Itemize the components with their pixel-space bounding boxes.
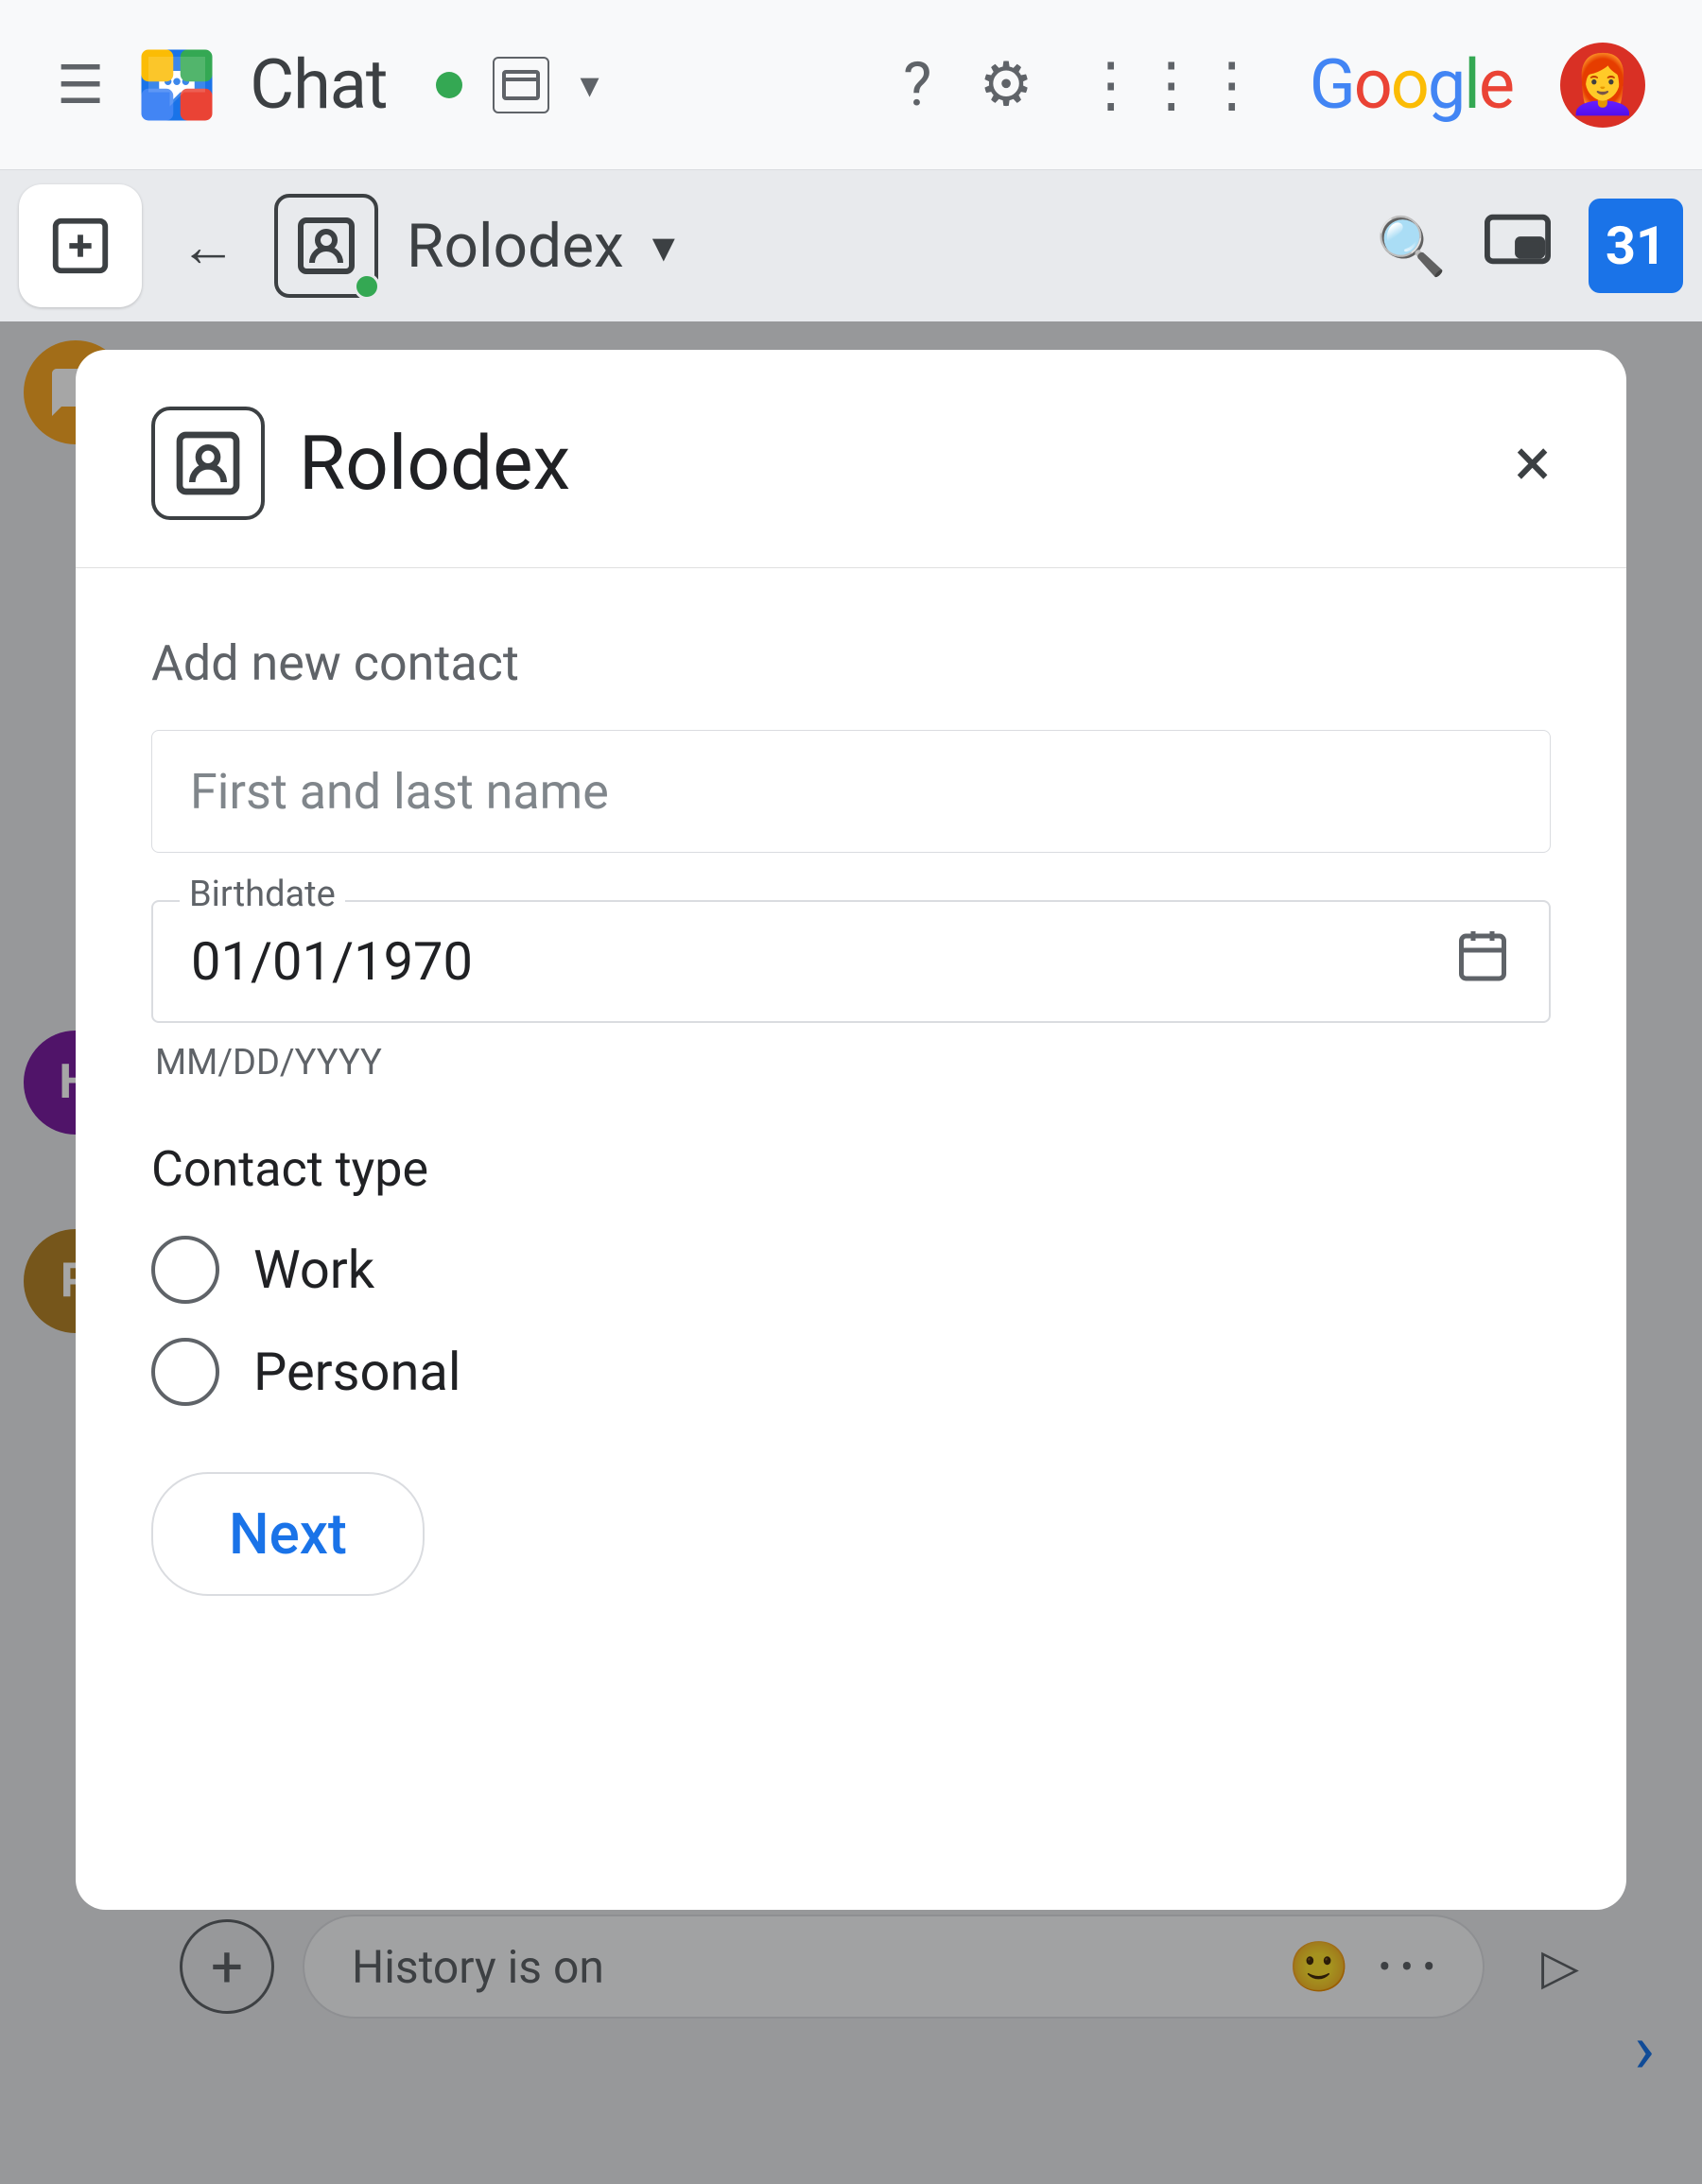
user-avatar[interactable]: 👩‍🦰 <box>1560 43 1645 128</box>
sub-bar-right: 🔍 31 <box>1376 199 1683 293</box>
chat-logo-icon <box>134 43 219 128</box>
radio-label-personal: Personal <box>253 1341 461 1403</box>
settings-icon[interactable]: ⚙ <box>979 49 1033 120</box>
modal-app-icon <box>151 407 265 520</box>
radio-label-work: Work <box>253 1239 374 1301</box>
sub-title: Rolodex <box>407 211 624 282</box>
new-chat-button[interactable] <box>19 184 142 307</box>
radio-work[interactable]: Work <box>151 1236 1551 1304</box>
sub-bar: ← Rolodex ▾ 🔍 31 <box>0 170 1702 321</box>
birthdate-label: Birthdate <box>180 874 345 915</box>
calendar-icon[interactable]: 31 <box>1589 199 1683 293</box>
modal-header: Rolodex × <box>151 407 1551 520</box>
radio-circle-work <box>151 1236 219 1304</box>
modal-header-left: Rolodex <box>151 407 570 520</box>
radio-circle-personal <box>151 1338 219 1406</box>
window-mode-button[interactable] <box>493 57 549 113</box>
back-button[interactable]: ← <box>170 203 246 289</box>
contact-type-label: Contact type <box>151 1140 1551 1198</box>
hamburger-icon[interactable]: ☰ <box>57 54 104 116</box>
apps-icon[interactable]: ⋮⋮⋮ <box>1081 49 1262 120</box>
calendar-date: 31 <box>1606 215 1666 277</box>
top-bar-right: ? ⚙ ⋮⋮⋮ Google 👩‍🦰 <box>903 43 1645 128</box>
status-dot-icon <box>436 72 462 98</box>
search-icon[interactable]: 🔍 <box>1376 213 1447 280</box>
app-title: Chat <box>250 44 387 125</box>
birthdate-value: 01/01/1970 <box>191 930 473 993</box>
picture-in-picture-icon[interactable] <box>1485 211 1551 282</box>
birthdate-input[interactable]: 01/01/1970 <box>151 900 1551 1023</box>
section-label: Add new contact <box>151 634 1551 692</box>
radio-personal[interactable]: Personal <box>151 1338 1551 1406</box>
top-bar: ☰ Chat ▾ ? ⚙ ⋮⋮⋮ <box>0 0 1702 170</box>
birthdate-wrapper: Birthdate 01/01/1970 <box>151 900 1551 1023</box>
next-button[interactable]: Next <box>151 1472 425 1596</box>
modal-title: Rolodex <box>299 419 570 508</box>
date-hint: MM/DD/YYYY <box>155 1042 1551 1083</box>
rolodex-modal: Rolodex × Add new contact Birthdate 01/0… <box>76 350 1626 1910</box>
calendar-picker-icon[interactable] <box>1454 927 1511 997</box>
help-icon[interactable]: ? <box>903 49 931 120</box>
name-input[interactable] <box>151 730 1551 853</box>
modal-divider <box>76 567 1626 568</box>
google-logo: Google <box>1310 44 1513 125</box>
status-indicator <box>354 273 380 300</box>
contact-type-radio-group: Work Personal <box>151 1236 1551 1406</box>
window-chevron-icon[interactable]: ▾ <box>580 62 599 107</box>
top-bar-left: ☰ Chat ▾ <box>57 43 865 128</box>
rolodex-chevron-icon[interactable]: ▾ <box>652 219 675 273</box>
close-button[interactable]: × <box>1515 429 1551 497</box>
contact-icon <box>274 194 378 298</box>
